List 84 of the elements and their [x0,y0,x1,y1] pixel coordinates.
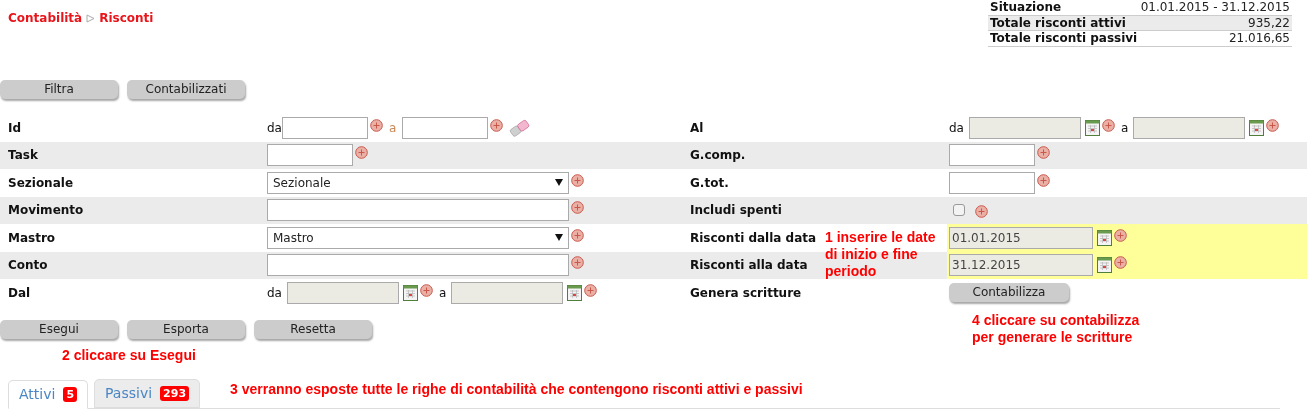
to-label: a [439,284,447,302]
add-icon[interactable] [490,118,504,132]
annotation: 4 cliccare su contabilizza per generare le scritture [972,312,1141,346]
text-field[interactable] [451,281,564,304]
add-icon[interactable] [1114,256,1127,270]
summary-label: Totale risconti attivi [990,14,1126,32]
calendar-icon[interactable] [1085,119,1100,136]
tab[interactable]: Attivi 5 [8,379,89,409]
text-field[interactable] [969,116,1081,139]
add-icon[interactable] [1102,118,1115,132]
action-button[interactable]: Resetta [254,319,372,339]
field-label: G.tot. [690,174,729,192]
annotation: 3 verranno esposte tutte le righe di contabilità che contengono risconti attivi e passivi [230,381,803,398]
add-icon[interactable] [975,204,988,218]
add-icon[interactable] [1037,173,1050,187]
text-field[interactable] [282,116,368,139]
add-icon[interactable] [1266,118,1280,132]
from-label: da [949,119,964,137]
add-icon[interactable] [1037,146,1050,160]
field-label: Sezionale [8,174,73,192]
summary-value: 935,22 [1248,14,1290,32]
text-field[interactable]: 31.12.2015 [949,254,1093,277]
text-field[interactable] [1133,116,1246,139]
from-label: da [267,284,282,302]
field-label: Includi spenti [690,202,782,220]
from-label: da [267,119,282,137]
caret-icon [555,234,563,242]
field-label: Risconti alla data [690,257,808,275]
calendar-icon[interactable] [567,284,583,301]
summary-value: 01.01.2015 - 31.12.2015 [1140,0,1290,17]
text-field[interactable] [267,144,353,167]
breadcrumb-link[interactable]: Risconti [99,9,154,27]
action-button[interactable]: Esporta [127,319,245,339]
add-icon[interactable] [370,118,383,132]
field-label: Al [690,119,704,137]
to-label: a [1121,119,1129,137]
add-icon[interactable] [571,201,584,215]
filter-button[interactable]: Filtra [0,80,118,99]
annotation: 1 inserire le date di inizio e fine periodo [825,229,937,280]
breadcrumb-link[interactable]: Contabilità [8,9,83,27]
to-label: a [389,119,397,137]
dropdown[interactable]: Sezionale [267,171,569,194]
field-label: G.comp. [690,147,746,165]
text-field[interactable] [287,281,399,304]
field-label: Conto [8,257,48,275]
add-icon[interactable] [355,146,368,160]
summary-label: Situazione [990,0,1062,17]
text-field[interactable] [949,144,1035,167]
summary-label: Totale risconti passivi [990,30,1138,48]
count-badge: 5 [63,386,78,402]
text-field[interactable]: 01.01.2015 [949,226,1093,249]
add-icon[interactable] [571,228,584,242]
action-button[interactable]: Esegui [0,319,118,339]
calendar-icon[interactable] [403,284,418,301]
tab[interactable]: Passivi 293 [94,378,201,408]
field-label: Risconti dalla data [690,229,817,247]
add-icon[interactable] [1114,228,1127,242]
checkbox[interactable] [953,204,965,217]
add-icon[interactable] [571,173,584,187]
add-icon[interactable] [571,256,584,270]
add-icon[interactable] [420,283,433,297]
filter-button[interactable]: Contabilizzati [127,80,245,99]
annotation: 2 cliccare su Esegui [62,347,196,364]
dropdown[interactable]: Mastro [267,226,569,249]
summary-value: 21.016,65 [1228,30,1290,48]
eraser-icon[interactable] [509,118,532,137]
text-field[interactable] [267,254,569,277]
text-field[interactable] [402,116,489,139]
field-label: Task [8,147,38,165]
add-icon[interactable] [584,283,598,297]
text-field[interactable] [949,171,1035,194]
count-badge: 293 [160,385,190,401]
field-label: Dal [8,284,31,302]
field-label: Movimento [8,202,84,220]
calendar-icon[interactable] [1249,119,1265,136]
text-field[interactable] [267,199,569,222]
post-button[interactable]: Contabilizza [949,283,1069,303]
calendar-icon[interactable] [1097,257,1112,274]
caret-icon [555,179,563,187]
calendar-icon[interactable] [1097,229,1112,246]
separator-icon [86,13,96,23]
field-label: Mastro [8,229,56,247]
field-label: Id [8,119,22,137]
field-label: Genera scritture [690,284,802,302]
